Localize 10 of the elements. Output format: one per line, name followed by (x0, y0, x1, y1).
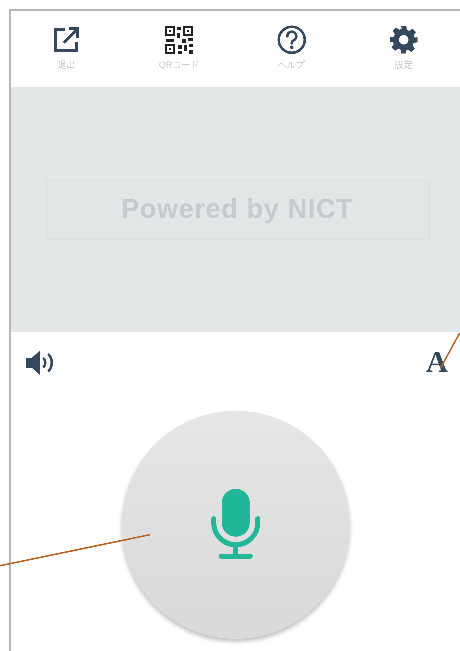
help-icon (276, 25, 307, 55)
settings-icon (388, 25, 419, 55)
toolbar-button[interactable]: 退出 (11, 25, 124, 70)
toolbar-button[interactable]: ヘルプ (236, 25, 348, 70)
toolbar-button[interactable]: 設定 (348, 25, 460, 70)
font-size-button[interactable]: A (424, 348, 450, 378)
qr-code-icon (164, 25, 194, 55)
toolbar-button[interactable]: QRコード (123, 25, 236, 70)
microphone-icon (210, 489, 260, 561)
external-link-icon (52, 25, 82, 55)
